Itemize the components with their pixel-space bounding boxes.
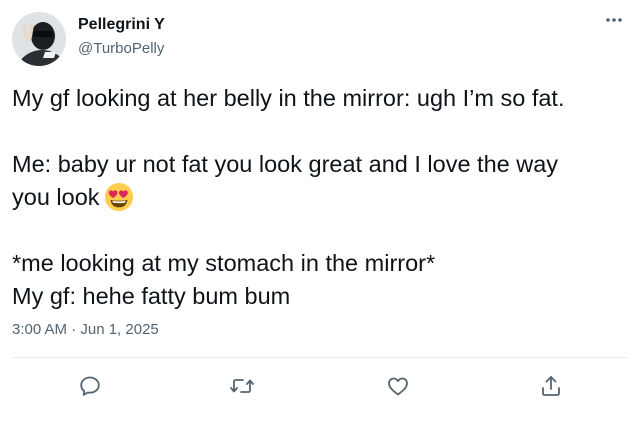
more-options-button[interactable] [602, 10, 626, 30]
tweet-line: My gf: hehe fatty bum bum [12, 283, 291, 309]
divider [12, 357, 628, 358]
retweet-button[interactable] [228, 372, 256, 400]
tweet-card: Pellegrini Y @TurboPelly My gf looking a… [0, 0, 640, 426]
more-options-icon [606, 18, 622, 22]
tweet-line: you look [12, 181, 622, 214]
display-name[interactable]: Pellegrini Y [78, 16, 165, 34]
tweet-line-text: you look [12, 184, 100, 210]
heart-eyes-emoji [104, 182, 133, 212]
share-icon [542, 376, 560, 396]
reply-button[interactable] [76, 372, 104, 400]
avatar[interactable] [12, 12, 66, 66]
tweet-line: *me looking at my stomach in the mirror* [12, 250, 436, 276]
retweet-icon [230, 379, 254, 393]
user-handle[interactable]: @TurboPelly [78, 40, 164, 57]
share-button[interactable] [537, 372, 565, 400]
tweet-line: Me: baby ur not fat you look great and I… [12, 151, 559, 177]
tweet-line: My gf looking at her belly in the mirror… [12, 85, 565, 111]
reply-icon [80, 376, 100, 396]
tweet-text: My gf looking at her belly in the mirror… [12, 82, 622, 313]
tweet-timestamp[interactable]: 3:00 AM · Jun 1, 2025 [12, 321, 159, 338]
like-button[interactable] [384, 372, 412, 400]
heart-icon [388, 377, 408, 396]
avatar-image [12, 12, 66, 66]
